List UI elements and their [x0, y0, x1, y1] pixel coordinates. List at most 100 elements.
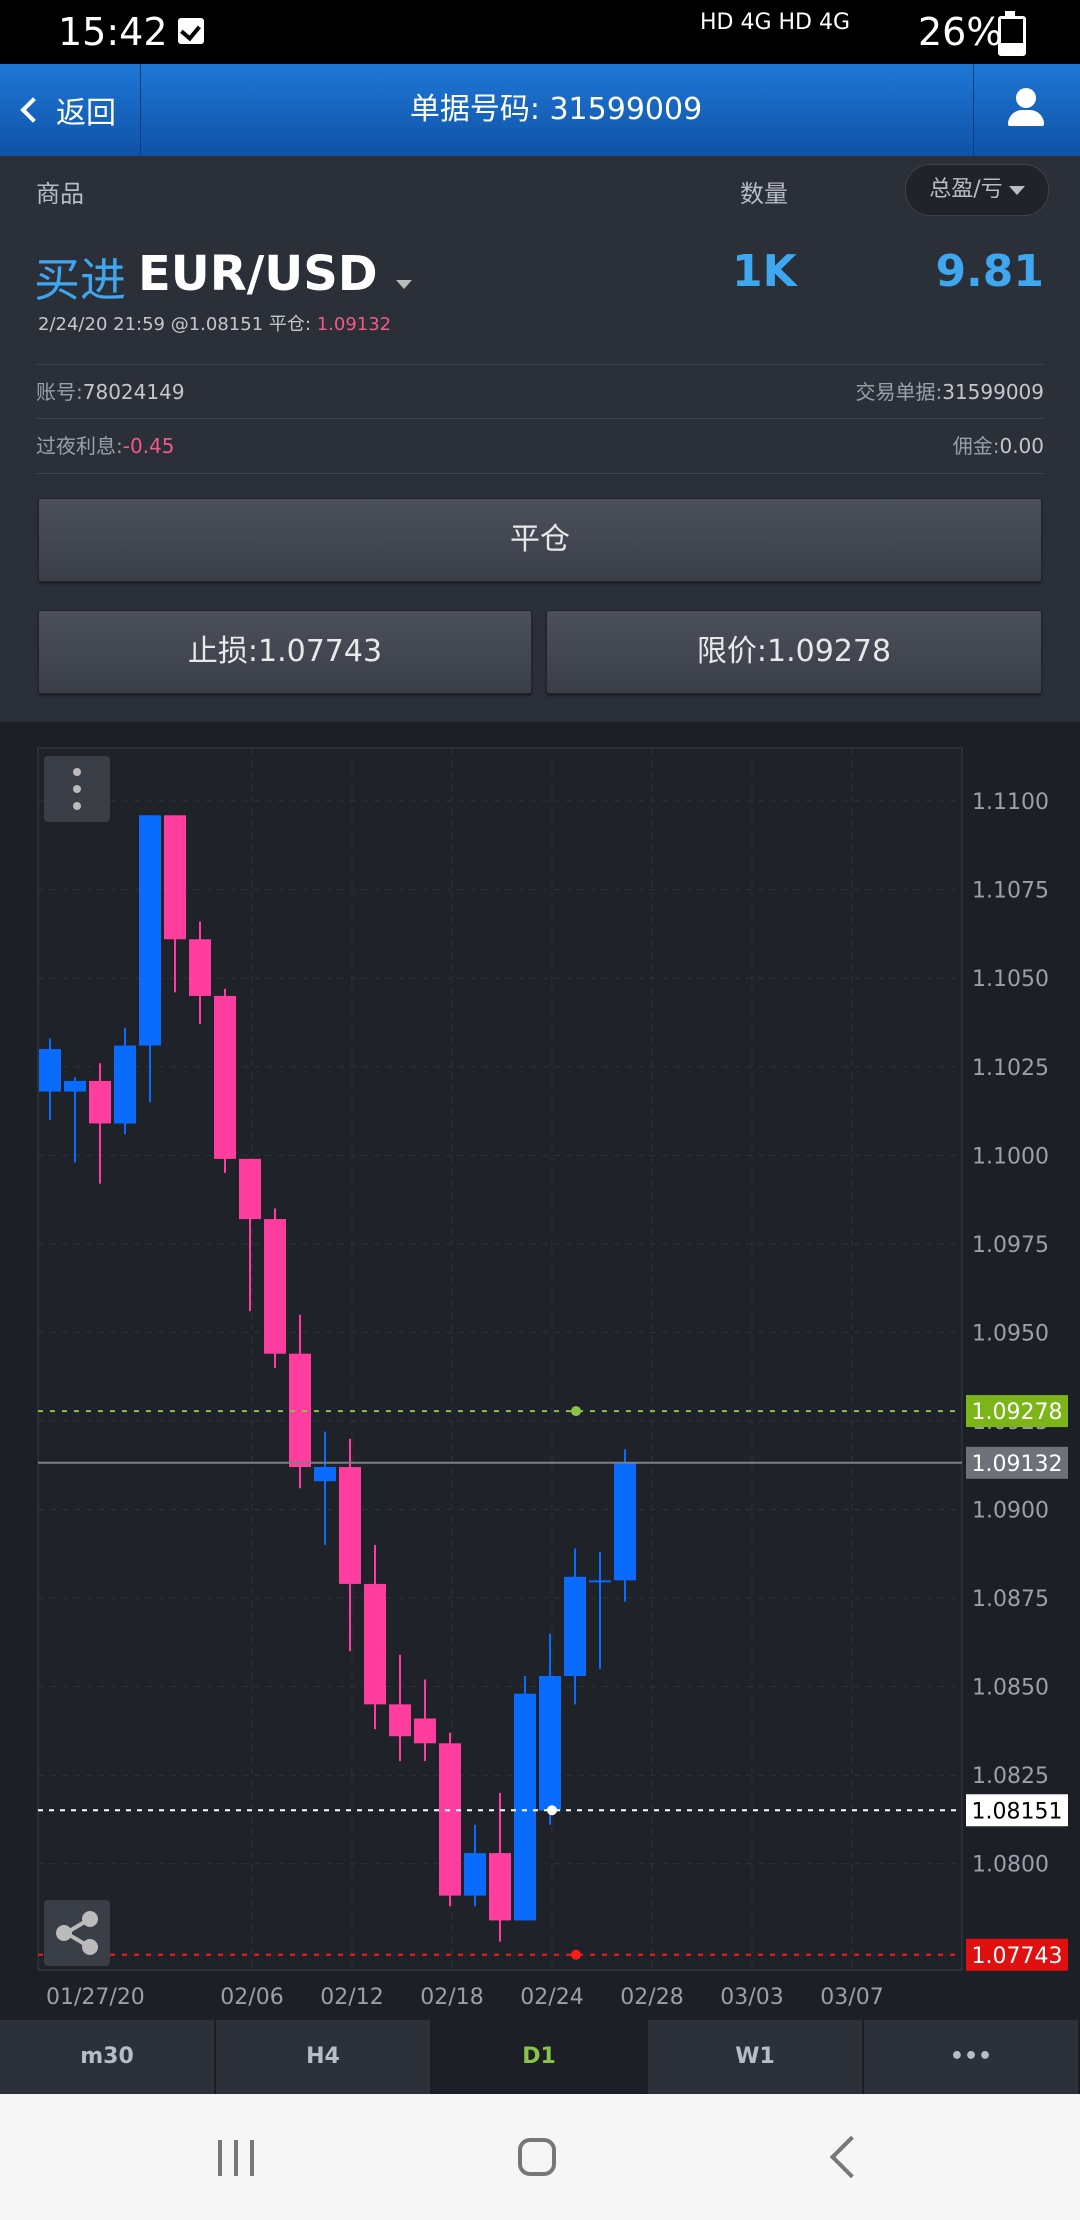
- user-icon: [1016, 88, 1036, 108]
- y-tick-label: 1.0800: [972, 1853, 1049, 1878]
- tab-d1[interactable]: D1: [432, 2020, 648, 2094]
- tab-m30[interactable]: m30: [0, 2020, 216, 2094]
- chart-menu-button[interactable]: [44, 756, 110, 822]
- y-tick-label: 1.1025: [972, 1056, 1049, 1081]
- back-button[interactable]: 返回: [0, 64, 141, 156]
- candle-body: [214, 995, 236, 1159]
- y-tick-label: 1.0875: [972, 1587, 1049, 1612]
- candle-body: [314, 1467, 336, 1482]
- status-bar: 15:42 HD 4G HD 4G 26%: [0, 0, 1080, 64]
- y-tick-label: 1.1000: [972, 1144, 1049, 1169]
- candle-body: [114, 1045, 136, 1124]
- y-tick-label: 1.0850: [972, 1676, 1049, 1701]
- pnl-filter-dropdown[interactable]: 总盈/亏: [905, 164, 1049, 216]
- close-price-label: 平仓:: [268, 314, 311, 335]
- x-tick-label: 01/27/20: [46, 1985, 145, 2010]
- current-price-line-label: 1.09132: [972, 1452, 1063, 1477]
- take-profit-line-handle: [571, 1406, 581, 1417]
- system-back-button[interactable]: [829, 2135, 873, 2179]
- trade-open-info: 2/24/20 21:59 @1.08151 平仓: 1.09132: [38, 310, 391, 336]
- open-time-price: 2/24/20 21:59 @1.08151: [38, 314, 264, 335]
- swap-row: 过夜利息:-0.45 佣金:0.00: [36, 418, 1044, 474]
- chevron-left-icon: [20, 97, 46, 123]
- battery-icon: [998, 11, 1026, 56]
- ticket-value: 31599009: [942, 380, 1044, 404]
- user-button[interactable]: [973, 64, 1080, 156]
- y-tick-label: 1.0825: [972, 1764, 1049, 1789]
- swap-value: -0.45: [122, 434, 175, 458]
- system-nav-bar: [0, 2094, 1080, 2220]
- commission-value: 0.00: [999, 434, 1044, 458]
- tab-more[interactable]: •••: [864, 2020, 1080, 2094]
- home-button[interactable]: [518, 2138, 556, 2176]
- candle-body: [89, 1080, 111, 1124]
- candle-body: [264, 1219, 286, 1354]
- candle-body: [389, 1704, 411, 1737]
- candle-body: [239, 1158, 261, 1220]
- x-tick-label: 02/28: [620, 1985, 683, 2010]
- y-tick-label: 1.1050: [972, 967, 1049, 992]
- candle-body: [414, 1718, 436, 1744]
- commission-label: 佣金:: [952, 434, 1000, 458]
- share-icon: [56, 1911, 98, 1955]
- y-tick-label: 1.0950: [972, 1321, 1049, 1346]
- candle-body: [564, 1576, 586, 1677]
- symbol-caret-icon[interactable]: [390, 274, 412, 293]
- candle-body: [589, 1580, 611, 1583]
- kebab-icon-dot: [73, 785, 81, 793]
- tab-w1[interactable]: W1: [648, 2020, 864, 2094]
- close-position-button[interactable]: 平仓: [38, 498, 1042, 582]
- quantity-column-label: 数量: [740, 180, 788, 208]
- back-label: 返回: [56, 96, 116, 131]
- product-column-label: 商品: [36, 180, 84, 208]
- account-value: 78024149: [82, 380, 185, 404]
- entry-price-line-handle: [547, 1805, 557, 1816]
- entry-price-line-label: 1.08151: [972, 1799, 1063, 1824]
- stop-loss-button[interactable]: 止损:1.07743: [38, 610, 532, 694]
- x-tick-label: 02/18: [420, 1985, 483, 2010]
- x-tick-label: 03/07: [820, 1985, 883, 2010]
- close-price-value: 1.09132: [316, 314, 392, 335]
- candle-body: [339, 1467, 361, 1584]
- candle-body: [464, 1853, 486, 1896]
- share-button[interactable]: [44, 1900, 110, 1966]
- candle-body: [439, 1743, 461, 1896]
- battery-percent: 26%: [918, 10, 1003, 54]
- candle-body: [139, 815, 161, 1046]
- timeframe-tabs: m30 H4 D1 W1 •••: [0, 2020, 1080, 2094]
- tab-h4[interactable]: H4: [216, 2020, 432, 2094]
- trade-symbol[interactable]: EUR/USD: [138, 246, 378, 302]
- candle-body: [189, 939, 211, 996]
- recents-button[interactable]: [218, 2140, 258, 2176]
- candle-body: [39, 1049, 61, 1092]
- x-tick-label: 02/24: [520, 1985, 583, 2010]
- stop-loss-line-handle: [571, 1949, 581, 1960]
- top-nav-bar: 返回 单据号码: 31599009: [0, 64, 1080, 156]
- candle-body: [64, 1080, 86, 1092]
- page-title: 单据号码: 31599009: [409, 92, 703, 127]
- candlestick-chart[interactable]: 01/27/20 02/06 02/12 02/18 02/24 02/28 03/03 03…: [0, 722, 1080, 2020]
- account-row: 账号:78024149 交易单据:31599009: [36, 364, 1044, 419]
- account-label: 账号:: [36, 380, 83, 404]
- signal-icon: HD 4G HD 4G: [700, 10, 851, 35]
- swap-label: 过夜利息:: [36, 434, 123, 458]
- caret-down-icon: [1008, 185, 1025, 195]
- limit-button[interactable]: 限价:1.09278: [546, 610, 1042, 694]
- pnl-filter-label: 总盈/亏: [929, 177, 1003, 202]
- trade-quantity: 1K: [732, 246, 797, 297]
- candle-body: [364, 1583, 386, 1705]
- candle-body: [514, 1693, 536, 1921]
- task-check-icon: [178, 18, 204, 44]
- kebab-icon-dot: [73, 768, 81, 776]
- candle-body: [164, 815, 186, 940]
- user-icon-body: [1008, 110, 1044, 126]
- take-profit-line-label: 1.09278: [972, 1400, 1063, 1425]
- column-header: 商品 数量 总盈/亏: [0, 156, 1080, 223]
- price-chart[interactable]: 01/27/20 02/06 02/12 02/18 02/24 02/28 03/03 03…: [0, 722, 1080, 2020]
- kebab-icon-dot: [73, 802, 81, 810]
- trade-side: 买进: [34, 253, 126, 307]
- y-tick-label: 1.1075: [972, 879, 1049, 904]
- candle-body: [489, 1853, 511, 1921]
- y-tick-label: 1.1100: [972, 790, 1049, 815]
- y-tick-label: 1.0975: [972, 1233, 1049, 1258]
